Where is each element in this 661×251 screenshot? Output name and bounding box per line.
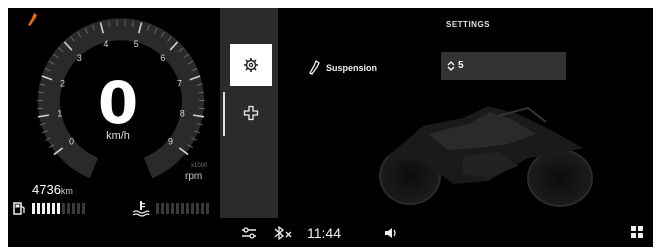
gauge-tick-label: 8 (180, 108, 185, 118)
grid-menu-icon[interactable] (630, 225, 644, 239)
bar-segment (171, 203, 174, 214)
settings-title: SETTINGS (446, 20, 491, 29)
menu-tab-strip (220, 8, 278, 218)
bar-segment (191, 203, 194, 214)
rpm-label: rpm (185, 171, 203, 182)
bar-segment (186, 203, 189, 214)
gauge-tick-label: 2 (60, 78, 65, 88)
volume-icon[interactable] (383, 226, 399, 240)
bar-segment (37, 203, 40, 214)
bluetooth-disconnected-icon[interactable] (273, 225, 295, 241)
speed-readout: 0 (97, 69, 139, 137)
bar-segment (77, 203, 80, 214)
bar-segment (156, 203, 159, 214)
bar-segment (82, 203, 85, 214)
suspension-value: 5 (458, 60, 464, 71)
gauge-tick-label: 4 (103, 39, 108, 49)
gauge-tick-label: 9 (168, 136, 173, 146)
bar-segment (196, 203, 199, 214)
bar-segment (32, 203, 35, 214)
suspension-label: Suspension (326, 63, 378, 73)
toggle-switches-icon[interactable] (241, 227, 257, 239)
gauge-tick-label: 0 (69, 136, 74, 146)
tab-settings[interactable] (230, 44, 272, 86)
bar-segment (57, 203, 60, 214)
gauge-tick-label: 7 (177, 78, 182, 88)
motorcycle-silhouette (379, 106, 593, 207)
bar-segment (67, 203, 70, 214)
bar-segment (42, 203, 45, 214)
bar-segment (72, 203, 75, 214)
odometer-value: 4736 (32, 182, 61, 197)
temperature-level-bar (156, 203, 209, 214)
bar-segment (166, 203, 169, 214)
suspension-value-selector[interactable]: 5 (441, 52, 566, 80)
gear-icon (244, 58, 258, 72)
odometer: 4736km (32, 182, 73, 197)
gauge-tick-label: 3 (77, 53, 82, 63)
bar-segment (52, 203, 55, 214)
bottom-status-bar: 11:44 (8, 218, 653, 247)
coolant-temperature-icon (132, 201, 150, 217)
rpm-multiplier: x1000 (191, 163, 208, 169)
gauge-tick-label: 5 (134, 39, 139, 49)
gauge-tick-label: 6 (160, 53, 165, 63)
cross-icon (243, 105, 259, 121)
clock: 11:44 (307, 225, 341, 241)
speed-unit: km/h (106, 130, 130, 142)
bar-segment (47, 203, 50, 214)
wrench-icon (309, 60, 320, 75)
tab-scroll-indicator (223, 92, 225, 136)
odometer-unit: km (60, 186, 73, 196)
bar-segment (206, 203, 209, 214)
fuel-level-bar (32, 203, 85, 214)
gauge-tick-label: 1 (57, 108, 62, 118)
bar-segment (62, 203, 65, 214)
dashboard-display: 0 1 2 3 4 5 6 7 8 9 0 km/h x1000 rpm 4736km SETTI… (8, 8, 653, 247)
bar-segment (201, 203, 204, 214)
settings-panel: SETTINGS Suspension 5 (278, 8, 653, 218)
bar-segment (181, 203, 184, 214)
maintenance-warning-icon (28, 13, 37, 26)
up-down-arrows-icon (447, 61, 455, 71)
bar-segment (161, 203, 164, 214)
bar-segment (176, 203, 179, 214)
fuel-pump-icon (13, 202, 25, 215)
tab-assistance[interactable] (230, 92, 272, 134)
